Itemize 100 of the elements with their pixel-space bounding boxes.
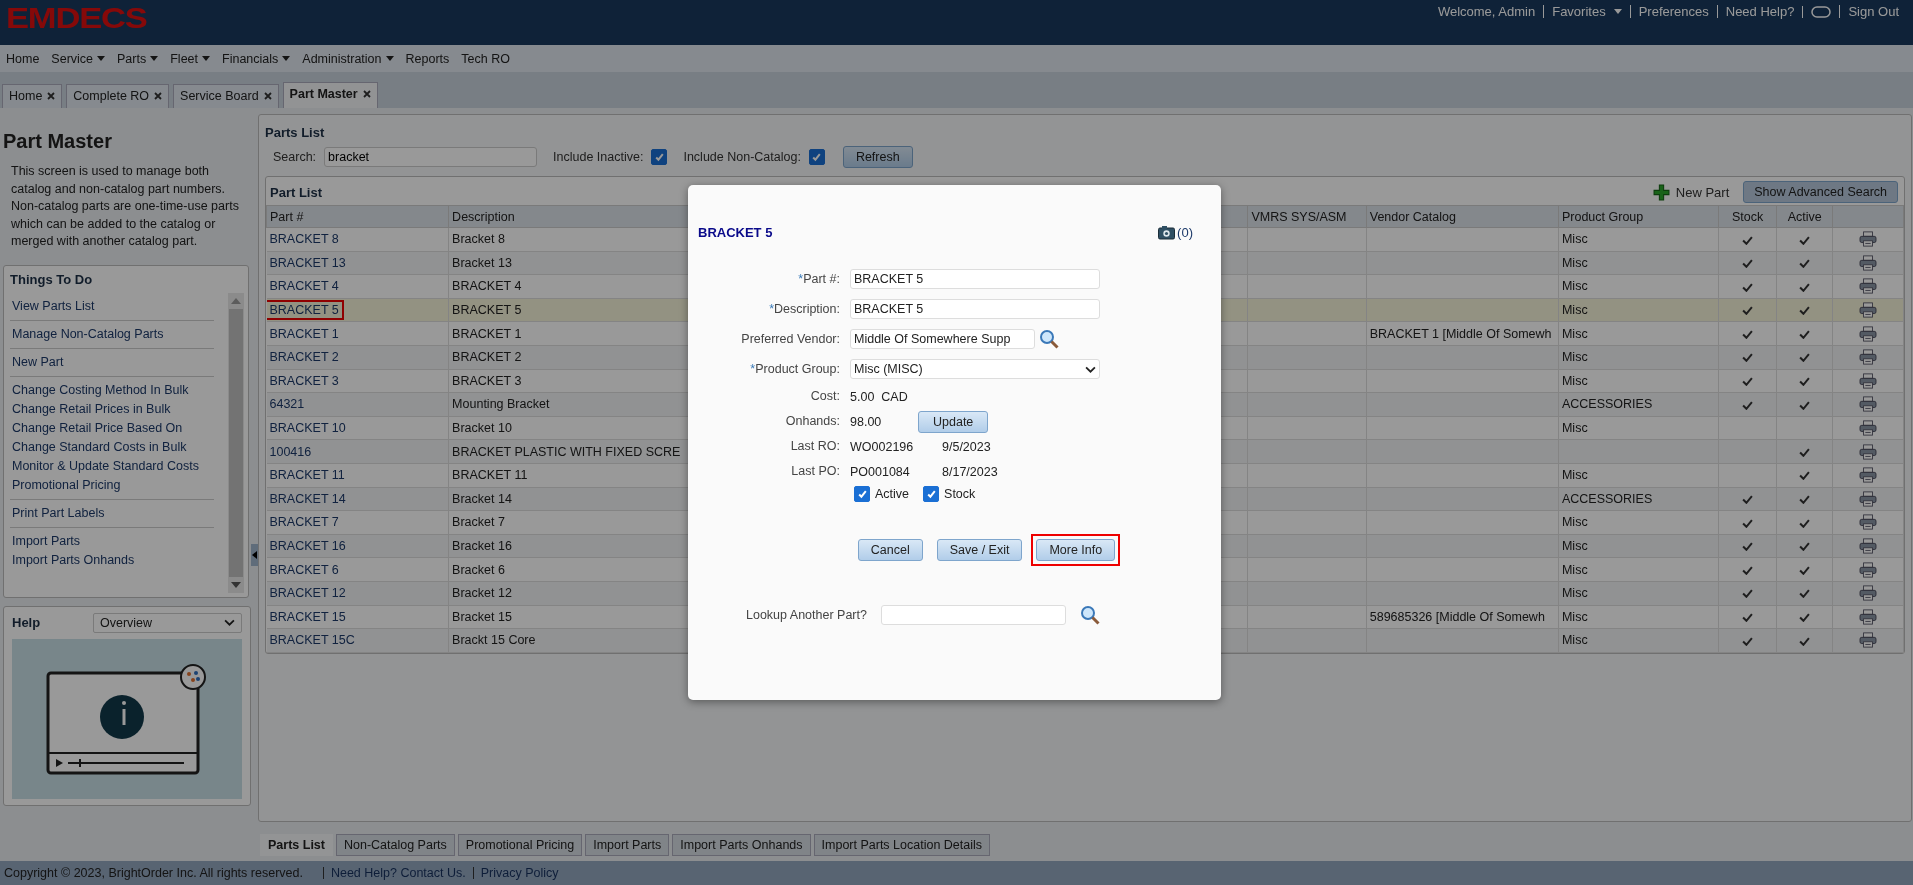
header-link[interactable]: Need Help? [1716, 5, 1803, 18]
part-number-link[interactable]: BRACKET 14 [266, 488, 351, 509]
part-number-link[interactable]: BRACKET 13 [266, 252, 351, 273]
menu-item[interactable]: Fleet [170, 51, 210, 66]
part-number-link[interactable]: BRACKET 8 [266, 229, 344, 250]
camera-icon[interactable] [1158, 225, 1176, 240]
printer-icon[interactable] [1859, 538, 1878, 554]
update-button[interactable]: Update [918, 410, 989, 433]
part-number-link[interactable]: BRACKET 3 [266, 370, 344, 391]
section-tab[interactable]: Import Parts [585, 834, 670, 856]
task-link[interactable]: Change Costing Method In Bulk [10, 381, 214, 399]
part-number-link[interactable]: BRACKET 5 [266, 300, 344, 321]
menu-item[interactable]: Parts [117, 51, 159, 66]
part-number-link[interactable]: BRACKET 15C [266, 630, 360, 651]
printer-icon[interactable] [1859, 254, 1878, 271]
close-icon[interactable] [362, 90, 371, 98]
printer-icon[interactable] [1859, 396, 1878, 413]
close-icon[interactable] [154, 92, 163, 100]
task-link[interactable]: Change Retail Price Based On [10, 419, 214, 437]
task-link[interactable]: Promotional Pricing [10, 476, 214, 494]
printer-icon[interactable] [1859, 349, 1878, 366]
search-icon[interactable] [1039, 329, 1059, 349]
column-header[interactable]: Product Group [1558, 205, 1719, 228]
section-tab[interactable]: Promotional Pricing [457, 834, 583, 856]
menu-item[interactable]: Home [6, 51, 40, 66]
printer-icon[interactable] [1859, 561, 1878, 578]
close-icon[interactable] [47, 92, 56, 100]
photo-count-link[interactable]: (0) [1177, 225, 1193, 240]
scroll-thumb[interactable] [229, 308, 243, 577]
task-link[interactable]: Import Parts [10, 532, 214, 550]
printer-icon[interactable] [1859, 325, 1878, 342]
text-field[interactable]: BRACKET 5 [850, 269, 1100, 289]
printer-icon[interactable] [1859, 514, 1878, 531]
plus-icon[interactable] [1652, 183, 1670, 201]
advanced-search-button[interactable]: Show Advanced Search [1743, 181, 1898, 203]
printer-icon[interactable] [1859, 467, 1878, 484]
scroll-down-icon[interactable] [231, 581, 241, 588]
column-header[interactable]: Vendor Catalog [1366, 205, 1559, 228]
menu-item[interactable]: Administration [302, 51, 394, 66]
column-header[interactable]: VMRS SYS/ASM [1247, 205, 1367, 228]
vendor-field[interactable]: Middle Of Somewhere Supp [850, 329, 1035, 349]
printer-icon[interactable] [1859, 231, 1878, 248]
printer-icon[interactable] [1859, 490, 1878, 507]
product-group-select[interactable]: Misc (MISC) [850, 359, 1100, 379]
dialog-button[interactable]: Cancel [857, 539, 923, 561]
column-header[interactable]: Part # [266, 205, 449, 228]
task-link[interactable]: New Part [10, 353, 214, 371]
toggle-icon[interactable] [1811, 5, 1832, 18]
printer-icon[interactable] [1859, 302, 1878, 319]
new-part-link[interactable]: New Part [1675, 184, 1730, 200]
search-icon[interactable] [1079, 605, 1100, 625]
dialog-button[interactable]: More Info [1036, 539, 1116, 561]
task-link[interactable]: Change Retail Prices in Bulk [10, 400, 214, 418]
part-number-link[interactable]: BRACKET 10 [266, 418, 351, 439]
part-number-link[interactable]: 64321 [266, 394, 310, 415]
search-field[interactable]: bracket [324, 147, 538, 167]
part-number-link[interactable]: BRACKET 1 [266, 323, 344, 344]
menu-item[interactable]: Reports [405, 51, 450, 66]
checkbox[interactable] [808, 149, 825, 165]
checkbox[interactable] [923, 486, 940, 502]
part-number-link[interactable]: BRACKET 15 [266, 606, 351, 627]
part-number-link[interactable]: BRACKET 11 [266, 465, 350, 486]
task-link[interactable]: Print Part Labels [10, 504, 214, 522]
header-link[interactable]: Sign Out [1839, 5, 1907, 18]
section-tab[interactable]: Import Parts Onhands [672, 834, 811, 856]
header-link[interactable]: Preferences [1629, 5, 1717, 18]
part-number-link[interactable]: BRACKET 2 [266, 347, 344, 368]
column-header[interactable]: Active [1776, 205, 1833, 228]
task-link[interactable]: Monitor & Update Standard Costs [10, 457, 214, 475]
scrollbar[interactable] [228, 292, 244, 593]
printer-icon[interactable] [1859, 278, 1878, 295]
printer-icon[interactable] [1859, 372, 1878, 389]
lookup-field[interactable] [880, 605, 1066, 625]
printer-icon[interactable] [1859, 443, 1878, 460]
menu-item[interactable]: Service [51, 51, 106, 66]
collapse-handle[interactable] [251, 543, 258, 566]
part-number-link[interactable]: BRACKET 7 [266, 512, 344, 533]
menu-item[interactable]: Tech RO [461, 51, 510, 66]
menu-item[interactable]: Financials [222, 51, 291, 66]
task-link[interactable]: Change Standard Costs in Bulk [10, 438, 214, 456]
page-tab[interactable]: Complete RO [66, 84, 170, 108]
checkbox[interactable] [651, 149, 668, 165]
column-header[interactable]: Stock [1718, 205, 1777, 228]
page-tab[interactable]: Service Board [173, 84, 279, 108]
favorites-menu[interactable]: Favorites [1543, 5, 1630, 18]
page-tab[interactable]: Home [2, 84, 63, 108]
printer-icon[interactable] [1859, 632, 1878, 649]
page-tab[interactable]: Part Master [282, 82, 378, 108]
part-number-link[interactable]: BRACKET 6 [266, 559, 344, 580]
task-link[interactable]: View Parts List [10, 297, 214, 315]
task-link[interactable]: Manage Non-Catalog Parts [10, 325, 214, 343]
text-field[interactable]: BRACKET 5 [850, 299, 1100, 319]
part-number-link[interactable]: BRACKET 16 [266, 536, 351, 556]
printer-icon[interactable] [1859, 585, 1878, 602]
printer-icon[interactable] [1859, 420, 1878, 437]
part-number-link[interactable]: BRACKET 12 [266, 583, 351, 604]
close-icon[interactable] [263, 92, 272, 100]
part-number-link[interactable]: 100416 [266, 441, 317, 462]
dialog-button[interactable]: Save / Exit [936, 539, 1023, 561]
task-link[interactable]: Import Parts Onhands [10, 551, 214, 569]
